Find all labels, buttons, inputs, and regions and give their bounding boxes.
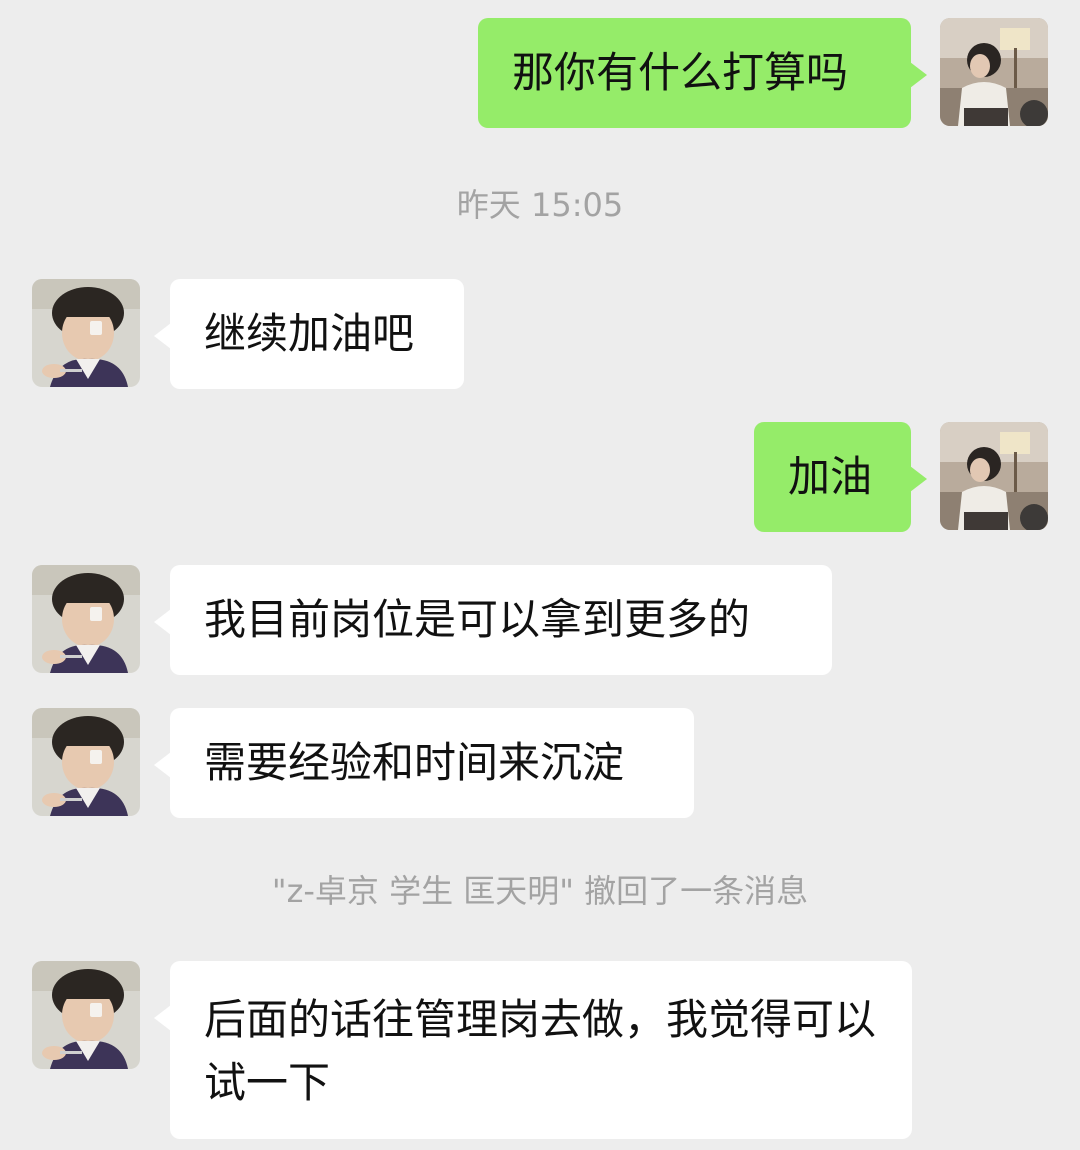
chat-area[interactable]: 那你有什么打算吗 昨天 15:05 继续加油吧 加油 我目前岗位是可以拿到更多的… <box>0 0 1080 1150</box>
avatar-photo-girl-icon <box>940 18 1048 126</box>
message-bubble-other[interactable]: 继续加油吧 <box>154 279 464 389</box>
avatar-photo-boy-icon <box>32 708 140 816</box>
recall-notice: "z-卓京 学生 匡天明" 撤回了一条消息 <box>271 872 809 910</box>
avatar-photo-girl-icon <box>940 422 1048 530</box>
timestamp: 昨天 15:05 <box>456 186 624 224</box>
message-bubble-self[interactable]: 那你有什么打算吗 <box>478 18 927 128</box>
message-bubble-self[interactable]: 加油 <box>754 422 927 532</box>
avatar-photo-boy-icon <box>32 279 140 387</box>
self-avatar[interactable] <box>940 422 1048 530</box>
contact-avatar[interactable] <box>32 279 140 387</box>
avatar-photo-boy-icon <box>32 961 140 1069</box>
message-bubble-other[interactable]: 后面的话往管理岗去做，我觉得可以试一下 <box>154 961 912 1139</box>
contact-avatar[interactable] <box>32 565 140 673</box>
self-avatar[interactable] <box>940 18 1048 126</box>
message-bubble-other[interactable]: 需要经验和时间来沉淀 <box>154 708 694 818</box>
message-bubble-other[interactable]: 我目前岗位是可以拿到更多的 <box>154 565 832 675</box>
contact-avatar[interactable] <box>32 961 140 1069</box>
contact-avatar[interactable] <box>32 708 140 816</box>
avatar-photo-boy-icon <box>32 565 140 673</box>
